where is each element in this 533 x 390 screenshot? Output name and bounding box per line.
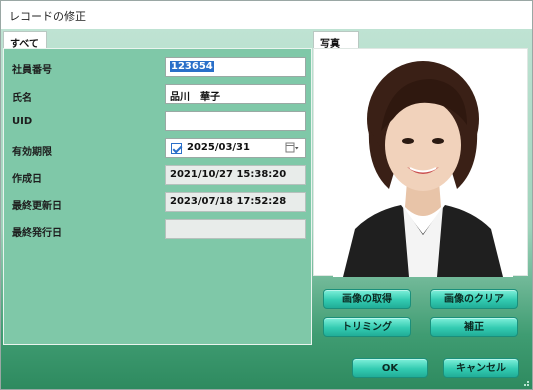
expiry-date-label: 有効期限 [12, 147, 52, 158]
title-bar: レコードの修正 [1, 1, 532, 29]
portrait-image [333, 49, 513, 277]
created-date-field: 2021/10/27 15:38:20 [165, 165, 306, 185]
tab-all[interactable]: すべて [3, 31, 47, 50]
cancel-button[interactable]: キャンセル [443, 358, 519, 378]
edit-record-dialog: レコードの修正 すべて 社員番号 123654 氏名 品川 華子 UID 有効期… [0, 0, 533, 390]
employee-photo [333, 49, 513, 277]
tab-photo[interactable]: 写真 [313, 31, 359, 50]
trim-image-button[interactable]: トリミング [323, 317, 411, 337]
employee-number-field[interactable]: 123654 [165, 57, 306, 77]
last-updated-label: 最終更新日 [12, 201, 62, 212]
name-label: 氏名 [12, 93, 32, 104]
photo-panel [313, 48, 528, 277]
last-issued-field [165, 219, 306, 239]
get-image-button[interactable]: 画像の取得 [323, 289, 411, 309]
ok-button[interactable]: OK [352, 358, 428, 378]
last-updated-field: 2023/07/18 17:52:28 [165, 192, 306, 212]
uid-field[interactable] [165, 111, 306, 131]
employee-number-label: 社員番号 [12, 65, 52, 76]
fields-panel: 社員番号 123654 氏名 品川 華子 UID 有効期限 2025/03/31 [3, 48, 312, 345]
calendar-dropdown-icon[interactable] [285, 142, 299, 155]
employee-number-value: 123654 [170, 61, 214, 72]
expiry-date-value: 2025/03/31 [187, 142, 250, 153]
expiry-enabled-checkbox[interactable] [171, 143, 182, 154]
photo-actions: 画像の取得 画像のクリア トリミング 補正 [313, 277, 528, 347]
expiry-date-picker[interactable]: 2025/03/31 [165, 138, 306, 158]
created-date-label: 作成日 [12, 174, 42, 185]
resize-grip-icon[interactable] [520, 377, 530, 387]
last-issued-label: 最終発行日 [12, 228, 62, 239]
clear-image-button[interactable]: 画像のクリア [430, 289, 518, 309]
dialog-body: すべて 社員番号 123654 氏名 品川 華子 UID 有効期限 2025/0… [1, 29, 532, 389]
window-title: レコードの修正 [9, 10, 86, 23]
name-field[interactable]: 品川 華子 [165, 84, 306, 104]
uid-label: UID [12, 116, 33, 127]
adjust-image-button[interactable]: 補正 [430, 317, 518, 337]
